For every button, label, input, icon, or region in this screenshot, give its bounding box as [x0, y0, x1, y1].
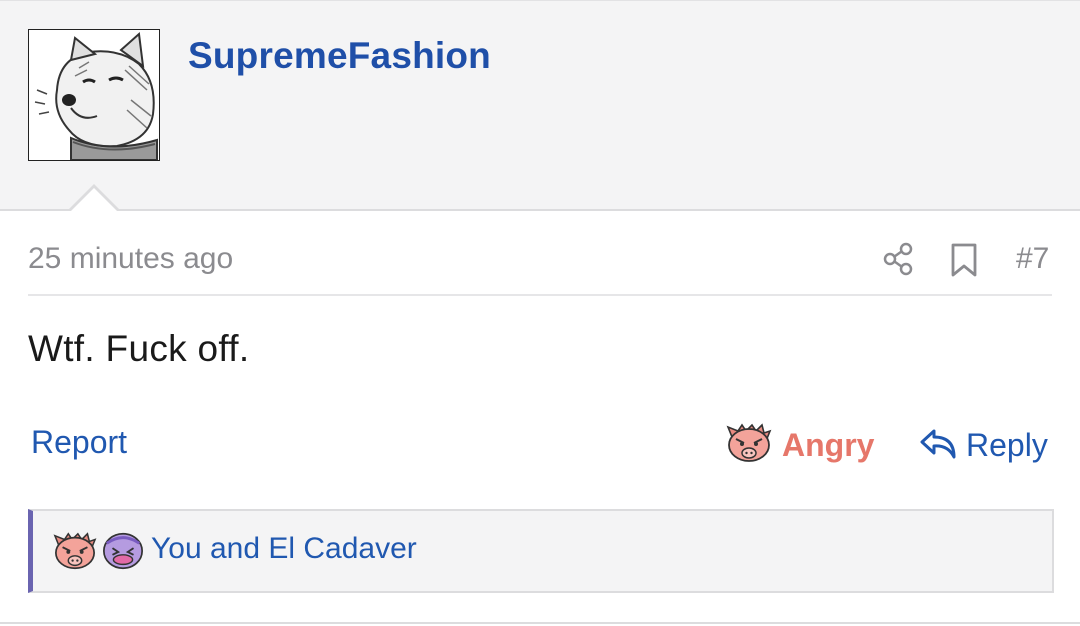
angry-reaction-button[interactable]: Angry: [726, 420, 874, 470]
angry-reaction-label: Angry: [782, 426, 875, 463]
divider: [0, 622, 1080, 624]
reactions-summary-text[interactable]: You and El Cadaver: [151, 532, 417, 566]
post-meta-row: 25 minutes ago #7: [28, 238, 1052, 296]
reply-arrow-icon: [918, 425, 958, 466]
angry-pig-icon: [726, 422, 772, 468]
report-link[interactable]: Report: [31, 424, 127, 461]
username[interactable]: SupremeFashion: [188, 35, 491, 77]
bookmark-icon[interactable]: [948, 242, 980, 278]
post-number-link[interactable]: #7: [1016, 242, 1049, 276]
purple-face-icon: [101, 531, 145, 576]
reactions-summary-bar[interactable]: You and El Cadaver: [28, 509, 1054, 593]
user-header: SupremeFashion: [0, 0, 1080, 211]
timestamp[interactable]: 25 minutes ago: [28, 242, 233, 276]
reply-button[interactable]: Reply: [918, 420, 1048, 470]
angry-pig-icon: [53, 531, 97, 576]
forum-post: SupremeFashion 25 minutes ago #7 Wtf. Fu…: [0, 0, 1080, 626]
dog-avatar-icon: [34, 31, 158, 160]
avatar[interactable]: [28, 29, 160, 161]
reply-label: Reply: [966, 426, 1048, 463]
share-icon[interactable]: [882, 242, 914, 276]
post-body: Wtf. Fuck off.: [28, 328, 250, 369]
